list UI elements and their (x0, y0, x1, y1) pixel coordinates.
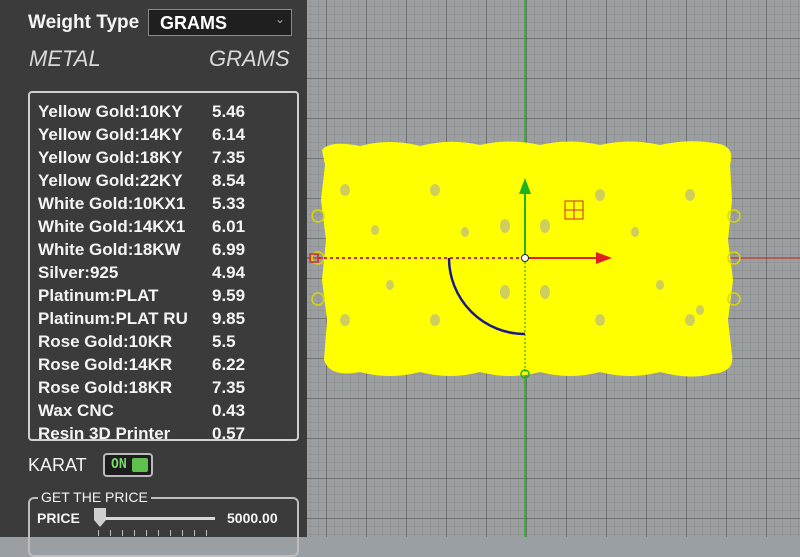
column-header-metal: METAL (29, 46, 101, 71)
karat-toggle-state: ON (111, 457, 127, 472)
list-item[interactable]: Yellow Gold:14KY 6.14 (38, 125, 245, 145)
list-item[interactable]: White Gold:14KX1 6.01 (38, 217, 245, 237)
price-slider-track[interactable] (95, 517, 215, 520)
karat-label: KARAT (28, 455, 87, 475)
price-value: 5000.00 (227, 510, 278, 526)
gumball-center-icon[interactable] (521, 254, 529, 262)
list-item[interactable]: Platinum:PLAT 9.59 (38, 286, 245, 306)
price-label: PRICE (37, 510, 80, 526)
slider-thumb-pointer (94, 520, 106, 527)
weight-type-label: Weight Type (28, 12, 140, 33)
list-item[interactable]: White Gold:10KX1 5.33 (38, 194, 245, 214)
list-item[interactable]: Rose Gold:10KR 5.5 (38, 332, 236, 352)
price-group (28, 497, 299, 557)
list-item[interactable]: Wax CNC 0.43 (38, 401, 245, 421)
list-item[interactable]: Platinum:PLAT RU 9.85 (38, 309, 245, 329)
list-item[interactable]: Rose Gold:18KR 7.35 (38, 378, 245, 398)
list-item[interactable]: Yellow Gold:22KY 8.54 (38, 171, 245, 191)
karat-toggle[interactable]: ON (103, 453, 153, 477)
list-item[interactable]: Resin 3D Printer 0.57 (38, 424, 245, 439)
metal-weight-panel: Weight Type GRAMS ⌄ METAL GRAMS Yellow G… (0, 0, 307, 557)
price-group-title: GET THE PRICE (38, 489, 151, 505)
list-item[interactable]: Yellow Gold:18KY 7.35 (38, 148, 245, 168)
metal-list[interactable]: Yellow Gold:10KY 5.46 Yellow Gold:14KY 6.1… (28, 91, 299, 441)
slider-ticks (98, 530, 216, 536)
list-item[interactable]: White Gold:18KW 6.99 (38, 240, 245, 260)
toggle-knob (132, 458, 148, 472)
list-item[interactable]: Rose Gold:14KR 6.22 (38, 355, 245, 375)
weight-type-value: GRAMS (160, 13, 227, 33)
weight-type-select[interactable]: GRAMS ⌄ (148, 9, 292, 36)
price-slider-thumb[interactable] (94, 508, 106, 520)
weight-type-row: Weight Type (28, 9, 139, 37)
column-header-grams: GRAMS (209, 46, 290, 71)
list-item[interactable]: Silver:925 4.94 (38, 263, 245, 283)
list-item[interactable]: Yellow Gold:10KY 5.46 (38, 102, 245, 122)
chevron-down-icon: ⌄ (274, 12, 285, 26)
